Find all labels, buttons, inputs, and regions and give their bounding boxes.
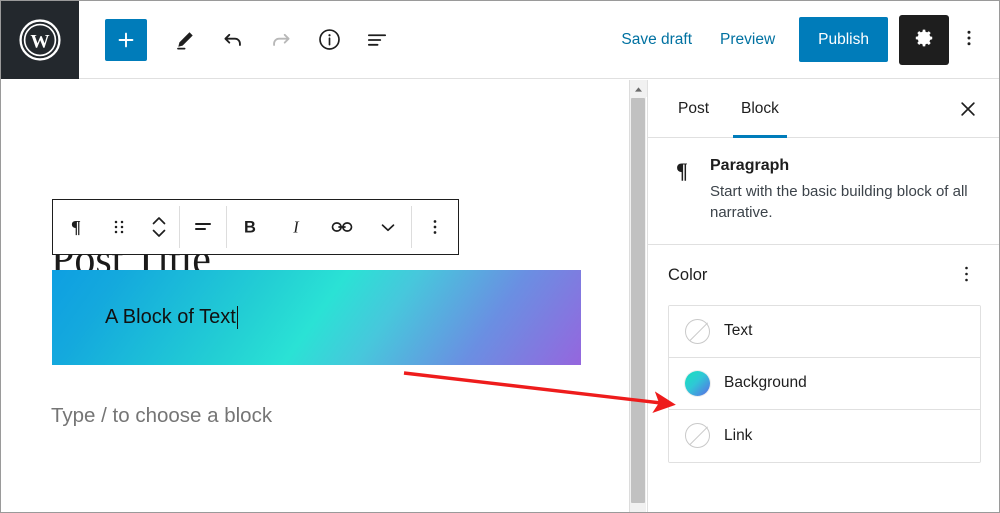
move-up-down-icon — [150, 212, 168, 242]
more-options-button[interactable] — [949, 16, 989, 64]
empty-block-placeholder[interactable]: Type / to choose a block — [51, 404, 272, 428]
color-row-label: Text — [724, 322, 753, 340]
tab-block[interactable]: Block — [725, 80, 795, 138]
italic-button[interactable]: I — [273, 200, 319, 254]
gradient-swatch-icon — [685, 370, 710, 396]
color-row-link[interactable]: Link — [669, 409, 980, 462]
paragraph-block-with-gradient-background[interactable]: A Block of Text — [52, 270, 581, 365]
block-info-card: ¶ Paragraph Start with the basic buildin… — [648, 138, 999, 245]
wordpress-editor-window: W Save draft Preview Publish Post Title … — [0, 0, 1000, 513]
color-panel-title: Color — [668, 266, 708, 285]
text-align-button[interactable] — [180, 200, 226, 254]
paragraph-pilcrow-icon: ¶ — [65, 216, 87, 238]
tab-post[interactable]: Post — [662, 80, 725, 137]
no-color-icon — [685, 423, 710, 449]
bold-icon: B — [239, 216, 261, 238]
italic-icon: I — [285, 216, 307, 238]
header-right-tools: Save draft Preview Publish — [607, 14, 999, 65]
publish-button[interactable]: Publish — [799, 17, 888, 62]
bold-button[interactable]: B — [227, 200, 273, 254]
color-panel-options-button[interactable] — [951, 261, 981, 291]
svg-text:B: B — [244, 219, 256, 237]
drag-handle-icon — [111, 216, 127, 238]
block-toolbar-group-options — [412, 200, 458, 254]
block-info-text: Paragraph Start with the basic building … — [710, 157, 980, 224]
color-settings-panel: Color Text Background Link — [648, 245, 999, 463]
block-toolbar-group-format: B I — [227, 200, 411, 254]
redo-arrow-icon — [268, 27, 294, 53]
settings-sidebar: Post Block ¶ Paragraph Start with the ba… — [647, 80, 999, 512]
block-info-title: Paragraph — [710, 157, 790, 174]
gear-icon — [912, 26, 936, 53]
undo-button[interactable] — [209, 16, 257, 64]
sidebar-tabs: Post Block — [648, 80, 999, 138]
wordpress-logo-icon: W — [18, 18, 62, 62]
chevron-down-icon — [377, 216, 399, 238]
settings-button[interactable] — [899, 14, 949, 65]
list-view-icon — [364, 27, 390, 53]
block-toolbar-group-block: ¶ — [53, 200, 179, 254]
add-block-button[interactable] — [105, 18, 147, 61]
svg-text:¶: ¶ — [71, 217, 81, 237]
info-circle-icon — [317, 27, 342, 52]
color-options-list: Text Background Link — [668, 304, 981, 463]
color-row-text[interactable]: Text — [669, 305, 980, 358]
details-info-button[interactable] — [305, 16, 353, 64]
drag-handle-button[interactable] — [99, 200, 139, 254]
move-block-button[interactable] — [139, 200, 179, 254]
block-type-button[interactable]: ¶ — [53, 200, 99, 254]
preview-button[interactable]: Preview — [706, 23, 789, 57]
svg-text:I: I — [292, 218, 300, 237]
more-formatting-button[interactable] — [365, 200, 411, 254]
align-text-icon — [191, 215, 215, 239]
no-color-icon — [685, 318, 710, 344]
plus-icon — [115, 29, 137, 51]
svg-text:¶: ¶ — [676, 158, 688, 183]
block-info-description: Start with the basic building block of a… — [710, 183, 968, 222]
scrollbar-thumb[interactable] — [631, 98, 645, 503]
link-icon — [329, 214, 355, 240]
block-toolbar-group-align — [180, 200, 226, 254]
color-row-label: Background — [724, 374, 807, 392]
text-caret — [236, 306, 239, 329]
undo-arrow-icon — [220, 27, 246, 53]
block-options-button[interactable] — [412, 200, 458, 254]
block-text[interactable]: A Block of Text — [105, 306, 236, 329]
paragraph-pilcrow-icon: ¶ — [668, 157, 696, 224]
canvas-scrollbar[interactable] — [629, 80, 647, 512]
kebab-vertical-icon — [958, 263, 975, 288]
link-button[interactable] — [319, 200, 365, 254]
color-row-label: Link — [724, 426, 753, 444]
tools-mode-button[interactable] — [161, 16, 209, 64]
color-row-background[interactable]: Background — [669, 357, 980, 410]
redo-button[interactable] — [257, 16, 305, 64]
kebab-vertical-icon — [959, 26, 979, 53]
save-draft-button[interactable]: Save draft — [607, 23, 706, 57]
wordpress-logo-button[interactable]: W — [1, 1, 79, 79]
block-toolbar: ¶ B I — [52, 199, 459, 255]
header-left-tools — [79, 16, 401, 64]
svg-text:W: W — [30, 31, 49, 52]
list-view-button[interactable] — [353, 16, 401, 64]
editor-canvas[interactable]: Post Title ¶ B I A Block of Text Type / … — [1, 79, 626, 512]
close-x-icon — [957, 98, 979, 123]
editor-header-toolbar: W Save draft Preview Publish — [1, 1, 999, 79]
color-panel-header: Color — [668, 261, 981, 291]
kebab-vertical-icon — [426, 215, 444, 239]
close-sidebar-button[interactable] — [951, 93, 985, 127]
pencil-edit-icon — [173, 28, 197, 52]
scroll-up-button[interactable] — [630, 80, 647, 97]
caret-up-icon — [634, 80, 643, 98]
